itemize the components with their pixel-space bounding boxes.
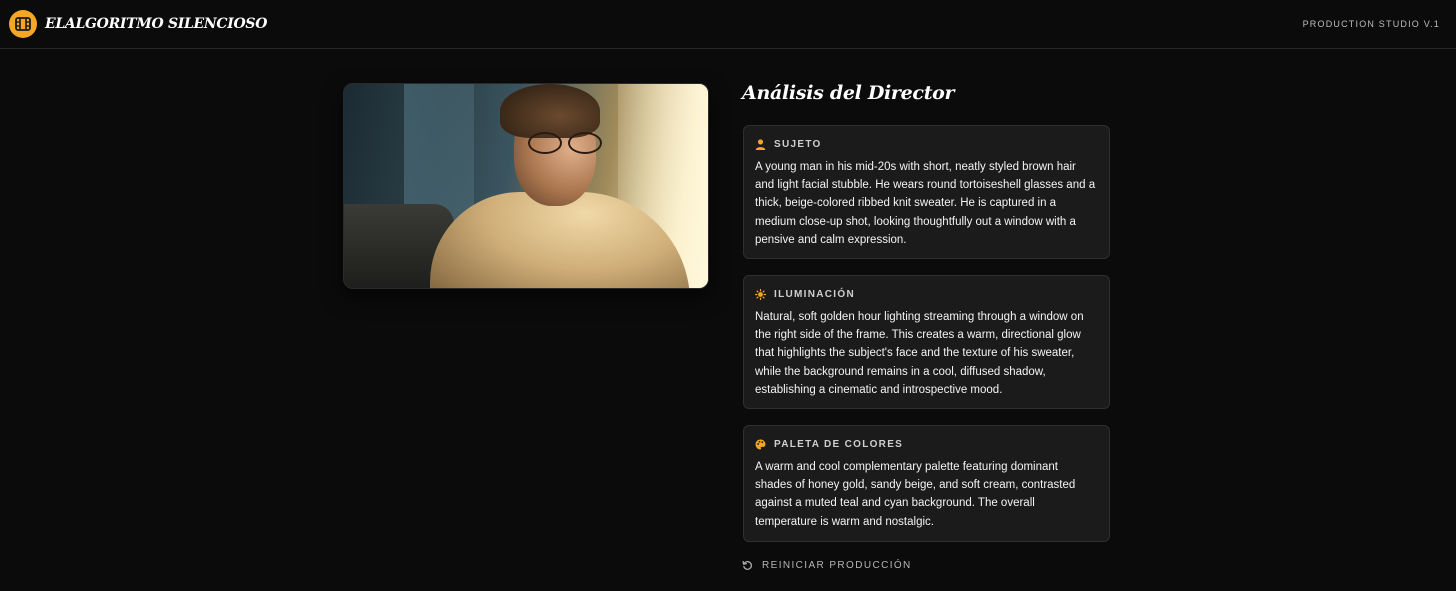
top-bar: ELALGORITMO SILENCIOSO PRODUCTION STUDIO…: [0, 0, 1456, 49]
lighting-label: ILUMINACIÓN: [774, 288, 855, 300]
glasses-shape: [528, 132, 606, 156]
hair-shape: [500, 84, 600, 138]
palette-label: PALETA DE COLORES: [774, 438, 904, 450]
brand[interactable]: ELALGORITMO SILENCIOSO: [9, 10, 267, 38]
analysis-title: Análisis del Director: [742, 82, 955, 104]
reset-production-button[interactable]: REINICIAR PRODUCCIÓN: [742, 557, 912, 573]
lighting-card: ILUMINACIÓN Natural, soft golden hour li…: [743, 275, 1110, 409]
palette-icon: [755, 439, 766, 449]
person-icon: [755, 138, 766, 150]
curtain-shape: [404, 84, 474, 224]
portrait-photo: [343, 83, 709, 289]
brand-name: ELALGORITMO SILENCIOSO: [45, 16, 268, 32]
palette-card: PALETA DE COLORES A warm and cool comple…: [743, 425, 1110, 542]
palette-text: A warm and cool complementary palette fe…: [755, 461, 1076, 528]
subject-text: A young man in his mid-20s with short, n…: [755, 161, 1096, 246]
lighting-text: Natural, soft golden hour lighting strea…: [755, 311, 1084, 396]
subject-label: SUJETO: [774, 138, 822, 150]
film-icon: [9, 10, 37, 38]
sun-icon: [755, 288, 766, 300]
studio-version-label: PRODUCTION STUDIO V.1: [1302, 19, 1440, 29]
rotate-ccw-icon: [742, 560, 752, 570]
subject-card: SUJETO A young man in his mid-20s with s…: [743, 125, 1110, 259]
reset-production-label: REINICIAR PRODUCCIÓN: [762, 559, 912, 571]
